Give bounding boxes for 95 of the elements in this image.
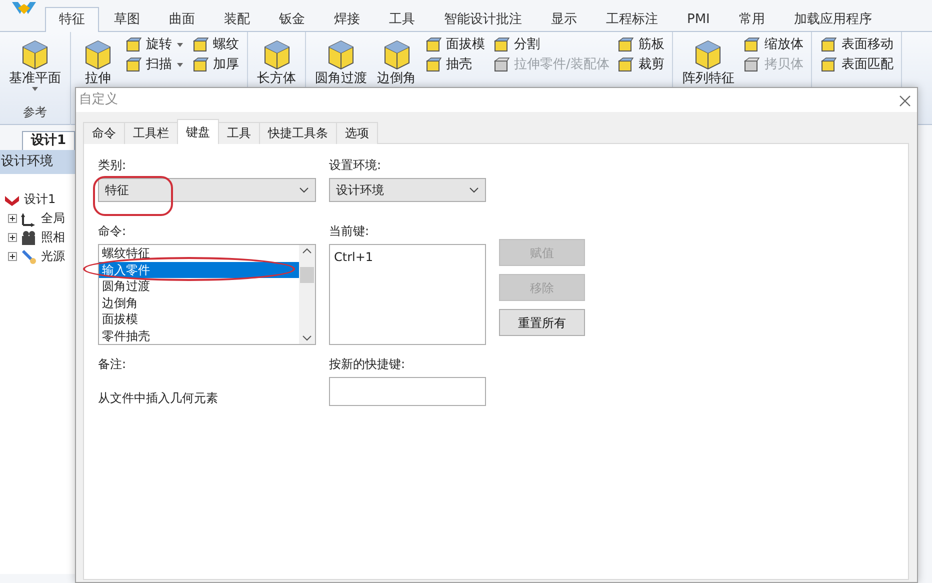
scrollbar[interactable] (299, 245, 315, 344)
ribbon-button[interactable]: 面拔模 (423, 35, 487, 55)
ribbon-button[interactable]: 边倒角 (374, 35, 419, 86)
ribbon-button[interactable]: 长方体 (254, 35, 299, 86)
ribbon-button[interactable]: 表面移动 (818, 35, 896, 55)
solid-icon (617, 37, 634, 53)
ribbon-tab[interactable]: 常用 (724, 8, 779, 31)
note-text: 从文件中插入几何元素 (98, 390, 219, 407)
dialog-tab[interactable]: 工具 (218, 122, 260, 144)
shortcut-field[interactable] (329, 377, 486, 406)
ribbon-button[interactable]: 旋转 (123, 35, 186, 55)
expand-icon[interactable] (8, 233, 17, 242)
ribbon-tab[interactable]: 焊接 (320, 8, 374, 31)
ribbon-button[interactable]: 抽壳 (423, 55, 487, 75)
ribbon-tab[interactable]: 曲面 (155, 8, 209, 31)
ribbon-button[interactable]: 基准平面 (6, 35, 64, 92)
dialog-tab[interactable]: 命令 (83, 122, 125, 144)
ribbon-button[interactable]: 裁剪 (615, 55, 666, 75)
solid-icon (125, 57, 142, 73)
solid-icon (493, 37, 510, 53)
dropdown[interactable]: 特征 (98, 178, 316, 202)
tree-item[interactable]: 全局 (41, 209, 65, 228)
ribbon-button[interactable]: 加厚 (190, 55, 241, 75)
dialog-button[interactable]: 重置所有 (499, 309, 585, 336)
solid-icon (743, 37, 760, 53)
solid-icon (425, 57, 442, 73)
ribbon-button[interactable]: 表面匹配 (818, 55, 896, 75)
solid-icon (617, 57, 634, 73)
caret-icon (176, 62, 184, 68)
chevron-icon (469, 187, 479, 193)
list-item[interactable]: 螺纹特征 (99, 245, 299, 262)
ribbon-tab[interactable]: 工具 (375, 8, 429, 31)
ribbon-tab[interactable]: 加载应用程序 (780, 8, 886, 31)
solid-icon (125, 37, 142, 53)
dialog-tab[interactable]: 键盘 (177, 119, 219, 144)
list-item[interactable]: 输入零件 (99, 262, 299, 278)
expand-icon[interactable] (8, 214, 17, 223)
tree-node-icon (21, 248, 37, 264)
solid-icon (820, 57, 838, 73)
list-item[interactable]: 边倒角 (99, 294, 299, 311)
ribbon-tab[interactable]: 草图 (100, 8, 154, 31)
key-list[interactable]: Ctrl+1 (329, 244, 486, 345)
ribbon-tab[interactable]: 钣金 (265, 8, 319, 31)
ribbon-tab[interactable]: 特征 (45, 7, 99, 32)
document-tab[interactable]: 设计1 (22, 131, 75, 150)
dialog-title: 自定义 (79, 91, 118, 109)
ribbon-tab[interactable]: 智能设计批注 (430, 8, 536, 31)
tree-node-icon (21, 230, 37, 246)
field-label: 备注: (98, 357, 128, 371)
ribbon-tab[interactable]: PMI (673, 8, 724, 31)
list-item[interactable]: 圆角过渡 (99, 278, 299, 294)
tree-item[interactable]: 设计1 (24, 190, 56, 209)
dropdown[interactable]: 设计环境 (329, 178, 486, 202)
dialog-tab[interactable]: 工具栏 (124, 122, 178, 144)
ribbon-button[interactable]: 扫描 (123, 55, 186, 75)
field-label: 类别: (98, 158, 128, 172)
ribbon-tab[interactable]: 装配 (210, 8, 264, 31)
close-icon (899, 94, 911, 107)
field-label: 按新的快捷键: (329, 357, 406, 371)
solid-icon (743, 57, 760, 73)
solid-icon (192, 57, 209, 73)
chevron-icon (299, 187, 309, 193)
field-label: 当前键: (329, 224, 370, 238)
ribbon-button[interactable]: 拉伸 (77, 35, 119, 86)
solid-icon (425, 37, 442, 53)
ribbon-tab[interactable]: 工程标注 (592, 8, 672, 31)
tree-node-icon (21, 210, 37, 226)
expand-icon[interactable] (8, 252, 17, 261)
ribbon-tab[interactable]: 显示 (537, 8, 591, 31)
field-label: 设置环境: (329, 158, 382, 172)
ribbon-button[interactable]: 螺纹 (190, 35, 241, 55)
scroll-down-icon (302, 335, 312, 341)
ribbon-button[interactable]: 筋板 (615, 35, 666, 55)
solid-icon (493, 57, 510, 73)
scroll-thumb[interactable] (300, 266, 314, 282)
field-label: 命令: (98, 224, 128, 238)
list-item[interactable]: 面拔模 (99, 311, 299, 328)
tree-item[interactable]: 光源 (41, 247, 65, 266)
ribbon-button[interactable]: 圆角过渡 (312, 35, 370, 86)
logo-icon (10, 0, 38, 16)
solid-icon (192, 37, 209, 53)
ribbon-button[interactable]: 分割 (491, 35, 612, 55)
scroll-up-icon (302, 248, 312, 254)
caret-icon (31, 86, 39, 92)
solid-icon (820, 37, 838, 53)
dialog-tab[interactable]: 快捷工具条 (259, 122, 337, 144)
ribbon-button[interactable]: 阵列特征 (679, 35, 738, 86)
dialog-tab[interactable]: 选项 (336, 122, 378, 144)
ribbon-button[interactable]: 缩放体 (741, 35, 806, 55)
caret-icon (176, 42, 184, 48)
panel-header: 设计环境 (0, 150, 75, 174)
list-item[interactable]: 零件抽壳 (99, 328, 299, 344)
tree-item[interactable]: 照相 (41, 228, 65, 247)
group-label: 参考 (22, 104, 48, 121)
command-list[interactable]: 螺纹特征 输入零件 圆角过渡 边倒角 面拔模 零件抽壳 (98, 244, 316, 345)
